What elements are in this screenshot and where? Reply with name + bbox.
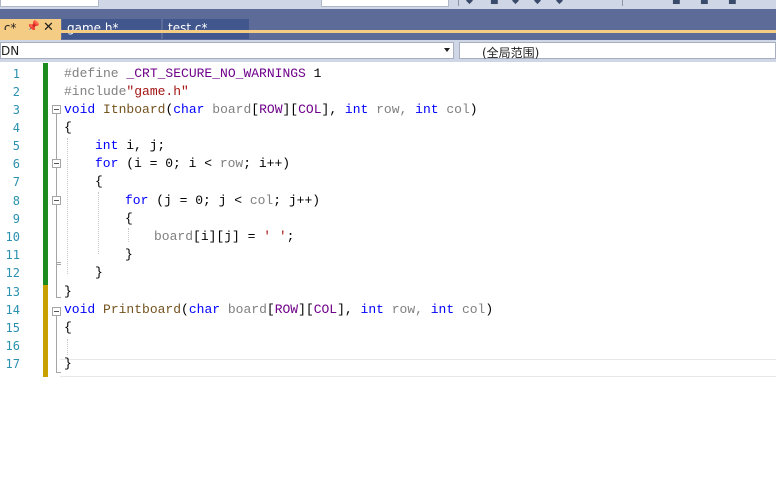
navigation-bar: DN (全局范围)	[0, 40, 776, 62]
line-number: 3	[12, 103, 20, 117]
code-line: board[i][j] = ' ';	[154, 229, 295, 244]
indent-guide	[128, 228, 129, 242]
member-scope-label: (全局范围)	[482, 46, 540, 60]
solution-config-dropdown[interactable]	[0, 0, 99, 7]
toolbar-icon[interactable]: ■	[672, 0, 681, 6]
toolbar-separator	[622, 0, 623, 6]
outline-end	[56, 264, 61, 265]
outline-line	[56, 316, 57, 372]
tab-test-c[interactable]: test.c*	[163, 19, 249, 39]
code-line: {	[64, 320, 72, 335]
line-number: 9	[12, 212, 20, 226]
indent-guide	[67, 138, 68, 274]
unsaved-changes-bar	[43, 285, 48, 377]
toolbar-icon[interactable]: ■	[490, 0, 499, 6]
code-line: #include"game.h"	[64, 84, 189, 99]
code-line: }	[64, 356, 72, 371]
line-number: 8	[12, 194, 20, 208]
collapse-toggle-icon[interactable]	[52, 105, 61, 114]
code-editor[interactable]: 1 2 3 4 5 6 7 8 9 10 11 12 13 14 15 16 1…	[0, 62, 776, 494]
document-tab-bar: .c* 📌 ✕ game.h* test.c*	[0, 9, 776, 40]
outline-line	[56, 205, 57, 262]
project-scope-label: DN	[1, 44, 20, 58]
code-line: for (i = 0; i < row; i++)	[95, 156, 291, 171]
line-number: 2	[12, 85, 20, 99]
code-line: void Itnboard(char board[ROW][COL], int …	[64, 102, 478, 117]
code-line: {	[125, 211, 133, 226]
collapse-toggle-icon[interactable]	[52, 159, 61, 168]
line-number: 4	[12, 121, 20, 135]
saved-changes-bar	[43, 63, 48, 285]
toolbar-icon[interactable]: ■	[700, 0, 709, 6]
line-number: 11	[5, 248, 20, 262]
toolbar: ◆ ■ ◆ ◆ ◆ ■ ■ ■	[0, 0, 776, 9]
indent-guide	[67, 339, 68, 355]
code-line: {	[95, 174, 103, 189]
line-number: 10	[5, 230, 20, 244]
collapse-toggle-icon[interactable]	[52, 196, 61, 205]
code-line: int i, j;	[95, 138, 166, 153]
toolbar-separator	[458, 0, 459, 6]
line-number: 13	[5, 285, 20, 299]
code-line: #define _CRT_SECURE_NO_WARNINGS 1	[64, 66, 322, 81]
line-number: 7	[12, 175, 20, 189]
line-number: 16	[5, 339, 20, 353]
project-scope-dropdown[interactable]: DN	[0, 42, 454, 59]
outline-end	[56, 262, 61, 263]
tab-game-h[interactable]: game.h*	[62, 19, 161, 39]
line-number: 1	[12, 67, 20, 81]
toolbar-icon[interactable]: ◆	[512, 0, 519, 6]
platform-dropdown[interactable]	[321, 0, 449, 7]
active-tab-underline	[0, 30, 776, 33]
outline-end	[56, 297, 61, 298]
line-number: 14	[5, 303, 20, 317]
indent-guide	[98, 192, 99, 254]
toolbar-icon[interactable]: ◆	[556, 0, 563, 6]
code-line: }	[64, 284, 72, 299]
member-scope-dropdown[interactable]: (全局范围)	[459, 42, 776, 60]
code-line: void Printboard(char board[ROW][COL], in…	[64, 302, 494, 317]
toolbar-icon[interactable]: ◆	[534, 0, 541, 6]
line-number: 5	[12, 139, 20, 153]
toolbar-icon[interactable]: ◆	[466, 0, 473, 6]
line-number: 12	[5, 266, 20, 280]
code-line: for (j = 0; j < col; j++)	[125, 193, 321, 208]
line-number: 6	[12, 157, 20, 171]
code-line: }	[125, 247, 133, 262]
line-number: 17	[5, 357, 20, 371]
line-number: 15	[5, 321, 20, 335]
code-line: {	[64, 120, 72, 135]
code-line: }	[95, 265, 103, 280]
chevron-down-icon[interactable]	[444, 48, 450, 52]
current-line-highlight	[60, 359, 776, 377]
collapse-toggle-icon[interactable]	[52, 307, 61, 316]
toolbar-icon[interactable]: ■	[728, 0, 737, 6]
